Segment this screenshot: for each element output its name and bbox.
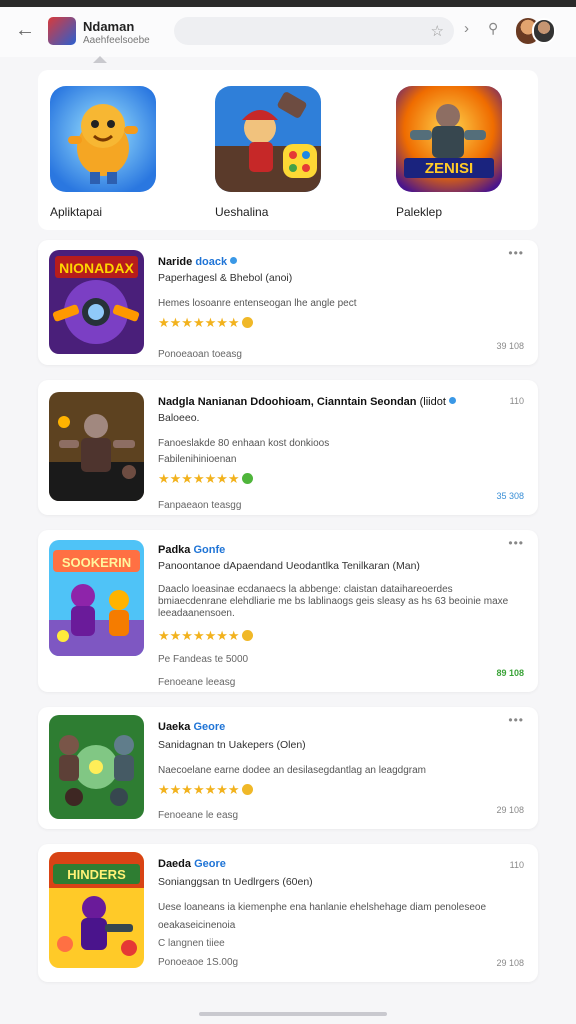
card-title: Padka Gonfe	[158, 544, 226, 556]
card-info: Nadgla Nanianan Ddoohioam, Cianntain Seo…	[158, 396, 524, 511]
card-footer: Fanpaeaon teasgg	[158, 500, 242, 511]
card-description-2: oeakaseicinenoia	[158, 920, 236, 931]
more-options-icon[interactable]: •••	[508, 536, 524, 550]
app-list-card[interactable]: SOOKERIN Padka Gonfe Panoontanoe dApaend…	[38, 530, 538, 692]
search-input[interactable]: ☆	[174, 17, 454, 45]
app-title: Ndaman	[83, 19, 135, 34]
app-list-card[interactable]: Uaeka Geore Sanidagnan tn Uakepers (Olen…	[38, 707, 538, 829]
app-thumbnail: HINDERS	[49, 852, 144, 968]
coin-icon	[241, 317, 253, 328]
card-title: Naride doack	[158, 256, 524, 268]
coin-icon	[241, 630, 253, 641]
featured-tile-image: ZENISI	[396, 86, 502, 192]
card-subtitle: Sanidagnan tn Uakepers (Olen)	[158, 739, 306, 751]
card-extra: C langnen tiiee	[158, 938, 225, 949]
featured-tile-image	[215, 86, 321, 192]
card-price: Pe Fandeas te 5000	[158, 654, 249, 665]
card-footer: Fenoeane le easg	[158, 810, 239, 821]
card-meta: 29 108	[496, 958, 524, 968]
card-footer: Ponoeaoe 1S.00g	[158, 957, 239, 968]
featured-item[interactable]: Ueshalina	[215, 86, 321, 219]
card-info: Uaeka Geore Sanidagnan tn Uakepers (Olen…	[158, 721, 524, 821]
chevron-right-icon[interactable]: ›	[464, 20, 469, 37]
dropdown-caret-icon	[93, 56, 107, 63]
card-description: Fanoeslakde 80 enhaan kost donkioos	[158, 438, 330, 449]
app-list-card[interactable]: Nadgla Nanianan Ddoohioam, Cianntain Seo…	[38, 380, 538, 515]
app-subtitle: Aaehfeelsoebe	[83, 35, 150, 46]
featured-item[interactable]: Apliktapai	[50, 86, 156, 219]
app-icon[interactable]	[48, 17, 76, 45]
rating-stars: ★★★★★★★	[158, 471, 524, 487]
top-bar: ← Ndaman Aaehfeelsoebe ☆ › ⚲	[0, 7, 576, 57]
home-indicator	[199, 1012, 387, 1016]
card-title: Uaeka Geore	[158, 721, 226, 733]
app-thumbnail: NIONADAX	[49, 250, 144, 354]
thumbnail-text: HINDERS	[67, 867, 126, 882]
card-meta-corner: 110	[509, 396, 524, 406]
card-description: Daaclo loeasinae ecdanaecs la abbenge: c…	[158, 584, 509, 619]
card-title: Daeda Geore	[158, 858, 226, 870]
app-list-card[interactable]: NIONADAX Naride doack Paperhagesl & Bheb…	[38, 240, 538, 365]
star-icon[interactable]: ☆	[431, 22, 444, 40]
card-description: Naecoelane earne dodee an desilasegdantl…	[158, 765, 426, 776]
card-info: Naride doack Paperhagesl & Bhebol (anoi)…	[158, 256, 524, 360]
featured-item[interactable]: ZENISI Paleklep	[396, 86, 502, 219]
featured-tile-text: ZENISI	[425, 160, 473, 177]
featured-label: Apliktapai	[50, 205, 103, 219]
card-info: Daeda Geore Sonianggsan tn Uedlrgers (60…	[158, 858, 524, 968]
app-thumbnail: SOOKERIN	[49, 540, 144, 656]
app-thumbnail	[49, 392, 144, 501]
app-list-card[interactable]: HINDERS Daeda Geore Sonianggsan tn Uedlr…	[38, 844, 538, 982]
card-description: Uese loaneans ia kiemenphe ena hanlanie …	[158, 902, 487, 913]
featured-tile-image	[50, 86, 156, 192]
coin-icon	[241, 473, 253, 484]
verified-icon	[448, 397, 456, 404]
card-footer: Ponoeaoan toeasg	[158, 349, 242, 360]
card-description: Hemes losoanre entenseogan lhe angle pec…	[158, 298, 357, 309]
voice-icon[interactable]: ⚲	[488, 20, 498, 37]
card-meta: 39 108	[496, 341, 524, 351]
coin-icon	[241, 784, 253, 795]
card-subtitle: Panoontanoe dApaendand Ueodantlka Tenilk…	[158, 560, 420, 572]
back-arrow-icon[interactable]: ←	[14, 19, 36, 41]
card-title: Nadgla Nanianan Ddoohioam, Cianntain Seo…	[158, 396, 524, 408]
status-bar	[0, 0, 576, 7]
card-meta-corner: 110	[509, 860, 524, 870]
card-subtitle: Paperhagesl & Bhebol (anoi)	[158, 272, 293, 284]
verified-icon	[230, 257, 238, 264]
card-meta: 89 108	[496, 668, 524, 678]
thumbnail-text: NIONADAX	[59, 260, 134, 276]
featured-label: Ueshalina	[215, 205, 269, 219]
card-meta: 35 308	[496, 491, 524, 501]
card-description-2: Fabilenihinioenan	[158, 454, 237, 465]
featured-label: Paleklep	[396, 205, 443, 219]
thumbnail-text: SOOKERIN	[62, 555, 131, 570]
card-subtitle: Sonianggsan tn Uedlrgers (60en)	[158, 876, 313, 888]
rating-stars: ★★★★★★★	[158, 782, 524, 798]
rating-stars: ★★★★★★★	[158, 315, 524, 331]
app-thumbnail	[49, 715, 144, 819]
card-subtitle: Baloeeo.	[158, 412, 200, 424]
rating-stars: ★★★★★★★	[158, 628, 524, 644]
more-options-icon[interactable]: •••	[508, 246, 524, 260]
card-info: Padka Gonfe Panoontanoe dApaendand Ueoda…	[158, 544, 524, 688]
card-meta: 29 108	[496, 805, 524, 815]
more-options-icon[interactable]: •••	[508, 713, 524, 727]
featured-section: Apliktapai Ueshalina ZENISI Paleklep	[38, 70, 538, 230]
avatar-secondary[interactable]	[532, 18, 556, 44]
card-footer: Fenoeane leeasg	[158, 677, 236, 688]
